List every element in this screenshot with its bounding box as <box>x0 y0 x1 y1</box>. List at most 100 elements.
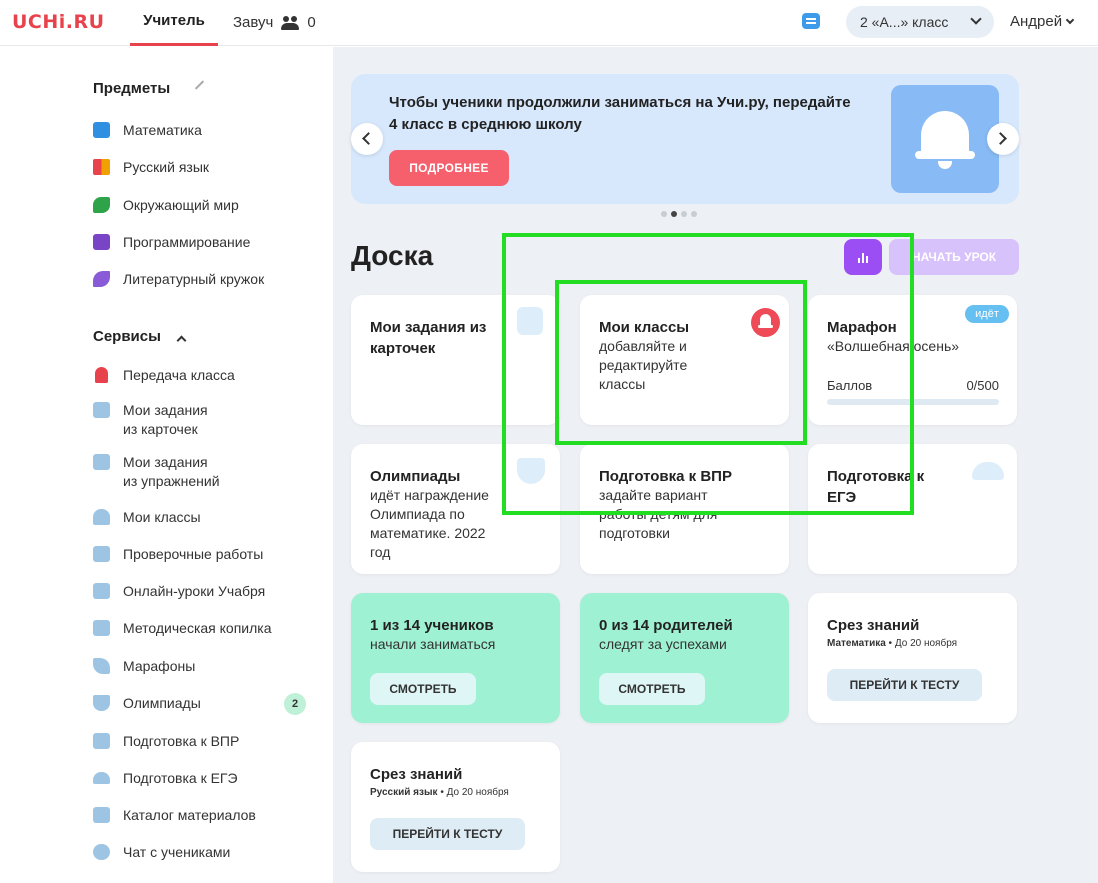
sidebar-item-my-classes[interactable]: Мои классы <box>93 508 201 527</box>
sidebar-item-marathons[interactable]: Марафоны <box>93 657 195 676</box>
test-due: • До 20 ноября <box>885 638 958 649</box>
sidebar-item-programming[interactable]: Программирование <box>93 233 250 252</box>
bar-chart-icon <box>866 256 868 263</box>
card-title: 0 из 14 родителей <box>599 617 733 634</box>
sidebar-item-label: Марафоны <box>123 658 196 674</box>
bar-chart-icon <box>862 253 864 263</box>
card-test-math[interactable]: Срез знаний Математика • До 20 ноября ПЕ… <box>808 593 1017 723</box>
sidebar-item-math[interactable]: Математика <box>93 121 202 140</box>
zavuch-count: 0 <box>307 14 316 31</box>
card-title: Марафон <box>827 319 897 336</box>
view-parents-button[interactable]: СМОТРЕТЬ <box>599 673 705 705</box>
checklist-icon <box>93 546 110 562</box>
sidebar: Предметы Математика Русский язык Окружаю… <box>0 47 333 883</box>
carousel-dot[interactable] <box>661 211 667 217</box>
feather-icon <box>93 271 110 287</box>
carousel-dots <box>661 211 697 217</box>
olympiad-count-badge: 2 <box>284 693 306 715</box>
sidebar-item-method-bank[interactable]: Методическая копилка <box>93 619 272 638</box>
people-icon <box>93 509 110 525</box>
card-olympiads[interactable]: Олимпиады идёт награждение Олимпиада по … <box>351 444 560 574</box>
sidebar-item-vpr[interactable]: Подготовка к ВПР <box>93 732 239 751</box>
card-title: Срез знаний <box>827 617 920 634</box>
sidebar-item-exercise-tasks[interactable]: Мои задания из упражнений <box>93 453 220 491</box>
card-title: 1 из 14 учеников <box>370 617 494 634</box>
sidebar-item-chat[interactable]: Чат с учениками <box>93 843 230 862</box>
promo-banner: Чтобы ученики продолжили заниматься на У… <box>351 74 1019 204</box>
sidebar-item-russian[interactable]: Русский язык <box>93 158 209 177</box>
carousel-dot[interactable] <box>671 211 677 217</box>
sidebar-item-label: Передача класса <box>123 367 235 383</box>
card-parents[interactable]: 0 из 14 родителей следят за успехами СМО… <box>580 593 789 723</box>
chevron-right-icon <box>994 132 1007 145</box>
card-subtitle: следят за успехами <box>599 636 727 652</box>
subjects-title: Предметы <box>93 80 171 97</box>
sidebar-item-card-tasks[interactable]: Мои задания из карточек <box>93 401 208 439</box>
sidebar-item-literature[interactable]: Литературный кружок <box>93 270 264 289</box>
card-title: Подготовка к ВПР <box>599 468 732 485</box>
sidebar-item-olympiads[interactable]: Олимпиады <box>93 694 201 713</box>
card-my-tasks[interactable]: Мои задания из карточек <box>351 295 560 425</box>
sidebar-item-world[interactable]: Окружающий мир <box>93 196 239 215</box>
chevron-up-icon[interactable] <box>176 335 187 346</box>
card-subtitle: Русский язык • До 20 ноября <box>370 787 509 798</box>
card-title: Олимпиады <box>370 468 461 485</box>
top-header: UCHi.RU Учитель Завуч 0 2 «А...» класс А… <box>0 0 1098 46</box>
user-menu[interactable]: Андрей <box>1010 0 1075 46</box>
card-subtitle: идёт награждение Олимпиада по математике… <box>370 487 489 560</box>
score-progress-bar <box>827 399 999 405</box>
notification-bell-icon[interactable] <box>751 308 780 337</box>
tab-zavuch[interactable]: Завуч 0 <box>233 0 316 46</box>
sidebar-item-catalog[interactable]: Каталог материалов <box>93 806 256 825</box>
card-vpr[interactable]: Подготовка к ВПР задайте вариант работы … <box>580 444 789 574</box>
sidebar-item-label: Методическая копилка <box>123 620 272 636</box>
math-icon <box>93 122 110 138</box>
test-subject: Русский язык <box>370 787 438 798</box>
card-title: Срез знаний <box>370 766 463 783</box>
carousel-dot[interactable] <box>691 211 697 217</box>
sidebar-item-tests[interactable]: Проверочные работы <box>93 545 263 564</box>
pencil-icon[interactable] <box>194 80 205 90</box>
class-select-value: 2 «А...» класс <box>860 14 949 30</box>
services-title[interactable]: Сервисы <box>93 328 161 345</box>
card-my-classes[interactable]: Мои классы добавляйте и редактируйте кла… <box>580 295 789 425</box>
sidebar-item-label: Мои задания из карточек <box>123 402 208 437</box>
tasks-icon <box>93 402 110 418</box>
banner-text: Чтобы ученики продолжили заниматься на У… <box>389 94 851 133</box>
sidebar-item-label: Окружающий мир <box>123 197 239 213</box>
card-test-russian[interactable]: Срез знаний Русский язык • До 20 ноября … <box>351 742 560 872</box>
chat-icon[interactable] <box>802 13 820 29</box>
sidebar-item-label: Мои классы <box>123 509 201 525</box>
banner-next-button[interactable] <box>987 123 1019 155</box>
sidebar-item-label: Подготовка к ЕГЭ <box>123 770 238 786</box>
test-subject: Математика <box>827 638 886 649</box>
stats-button[interactable] <box>844 239 882 275</box>
card-title: Мои задания из карточек <box>370 319 487 357</box>
sidebar-item-ege[interactable]: Подготовка к ЕГЭ <box>93 769 238 788</box>
sidebar-item-label: Мои задания из упражнений <box>123 454 220 489</box>
card-ege[interactable]: Подготовка к ЕГЭ <box>808 444 1017 574</box>
class-select[interactable]: 2 «А...» класс <box>846 6 994 38</box>
chat-bubble-icon <box>93 844 110 860</box>
card-students[interactable]: 1 из 14 учеников начали заниматься СМОТР… <box>351 593 560 723</box>
sidebar-item-label: Программирование <box>123 234 251 250</box>
card-marathon[interactable]: Марафон «Волшебная осень» идёт Баллов 0/… <box>808 295 1017 425</box>
start-lesson-button[interactable]: НАЧАТЬ УРОК <box>889 239 1019 275</box>
logo[interactable]: UCHi.RU <box>12 11 105 33</box>
card-subtitle: добавляйте и редактируйте классы <box>599 338 688 392</box>
go-to-test-button[interactable]: ПЕРЕЙТИ К ТЕСТУ <box>827 669 982 701</box>
card-subtitle: «Волшебная осень» <box>827 338 960 354</box>
sidebar-item-transfer[interactable]: Передача класса <box>93 366 235 385</box>
test-due: • До 20 ноября <box>437 787 509 798</box>
tab-teacher[interactable]: Учитель <box>130 0 218 46</box>
view-students-button[interactable]: СМОТРЕТЬ <box>370 673 476 705</box>
laptop-icon <box>93 234 110 250</box>
sidebar-item-online-lessons[interactable]: Онлайн-уроки Учабря <box>93 582 265 601</box>
card-subtitle: Математика • До 20 ноября <box>827 638 957 649</box>
banner-prev-button[interactable] <box>351 123 383 155</box>
go-to-test-button[interactable]: ПЕРЕЙТИ К ТЕСТУ <box>370 818 525 850</box>
score-label: Баллов <box>827 378 873 393</box>
banner-more-button[interactable]: ПОДРОБНЕЕ <box>389 150 509 186</box>
carousel-dot[interactable] <box>681 211 687 217</box>
russian-icon <box>93 159 110 175</box>
